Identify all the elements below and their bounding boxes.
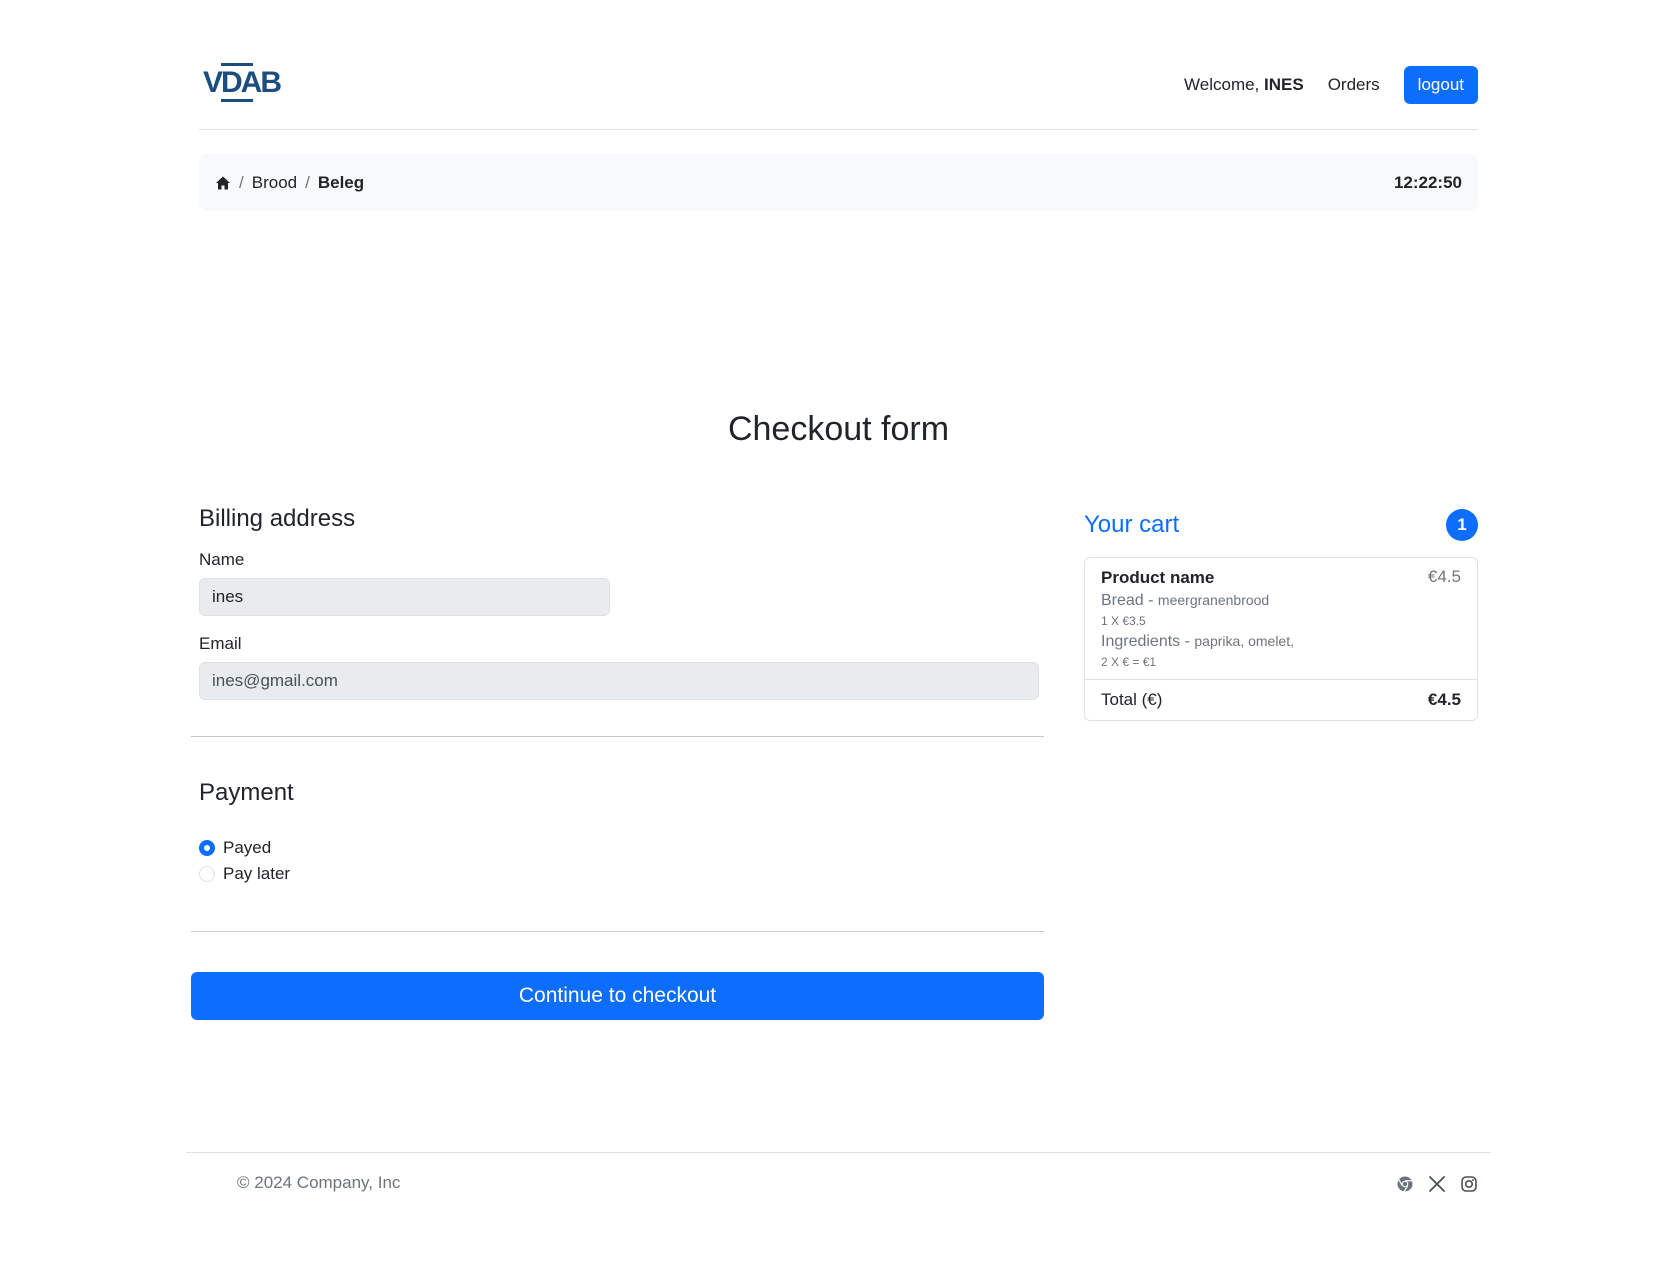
chrome-icon[interactable] [1396,1175,1414,1193]
radio-pay-later[interactable] [199,866,215,882]
form-divider [191,736,1044,737]
name-label: Name [199,550,245,569]
home-icon[interactable] [215,175,231,191]
ingredients-value: paprika, omelet, [1194,633,1294,649]
x-icon[interactable] [1428,1175,1446,1193]
payment-option-pay-later[interactable]: Pay later [199,861,1039,887]
total-label: Total (€) [1101,690,1163,709]
product-price: €4.5 [1427,567,1461,586]
payment-option-label: Payed [223,838,272,857]
payment-option-label: Pay later [223,864,291,883]
bread-value: meergranenbrood [1157,592,1270,608]
logout-button[interactable]: logout [1403,66,1478,104]
name-field[interactable] [199,578,610,616]
copyright-text: © 2024 Company, Inc [237,1173,401,1192]
site-header: VDAB Welcome, INES Orders logout [199,0,1478,130]
breadcrumb-bar: / Brood / Beleg 12:22:50 [199,154,1478,211]
payment-option-payed[interactable]: Payed [199,835,1039,861]
vdab-logo[interactable]: VDAB [203,63,282,103]
payment-section: Payment Payed Pay later [199,779,1039,887]
ingredients-label: Ingredients - [1101,633,1190,650]
breadcrumb: / Brood / Beleg [215,154,364,211]
checkout-form: Billing address Name Email [199,505,1039,700]
logo-bar-bottom [221,99,253,102]
header-nav: Welcome, INES Orders logout [1184,66,1478,104]
page-title: Checkout form [727,410,950,448]
product-name: Product name [1101,568,1215,587]
site-footer: © 2024 Company, Inc [186,1152,1491,1212]
radio-payed[interactable] [199,840,215,856]
continue-to-checkout-button[interactable]: Continue to checkout [191,972,1044,1020]
instagram-icon[interactable] [1460,1175,1478,1193]
clock-time: 12:22:50 [1393,173,1462,192]
orders-link[interactable]: Orders [1328,75,1380,95]
form-divider [191,931,1044,932]
logo-text: VDAB [203,66,282,99]
cart-title: Your cart [1084,511,1180,538]
breadcrumb-item-beleg: Beleg [317,172,365,192]
cart-panel: Your cart 1 Product name €4.5 Bread - me… [1084,509,1478,721]
bread-qty: 1 X €3.5 [1101,614,1146,628]
payment-title: Payment [199,779,294,806]
breadcrumb-separator: / [305,172,310,192]
email-field[interactable] [199,662,1039,700]
social-links [1396,1175,1478,1193]
user-name: INES [1264,75,1304,94]
welcome-text: Welcome, INES [1184,75,1304,95]
bread-line: Bread - meergranenbrood [1101,589,1461,612]
cart-list: Product name €4.5 Bread - meergranenbroo… [1084,557,1478,721]
breadcrumb-item-brood[interactable]: Brood [252,173,297,193]
ingredients-qty: 2 X € = €1 [1101,655,1157,669]
cart-count-badge: 1 [1446,509,1478,541]
breadcrumb-separator: / [239,172,244,192]
ingredients-line: Ingredients - paprika, omelet, [1101,630,1461,653]
cart-header: Your cart 1 [1084,509,1478,541]
welcome-prefix: Welcome, [1184,75,1260,94]
email-label: Email [199,634,242,653]
cart-item: Product name €4.5 Bread - meergranenbroo… [1085,558,1477,680]
bread-label: Bread - [1101,592,1154,609]
billing-title: Billing address [199,505,356,532]
cart-total: Total (€) €4.5 [1085,680,1477,720]
payment-options: Payed Pay later [199,835,1039,887]
total-value: €4.5 [1427,690,1461,709]
